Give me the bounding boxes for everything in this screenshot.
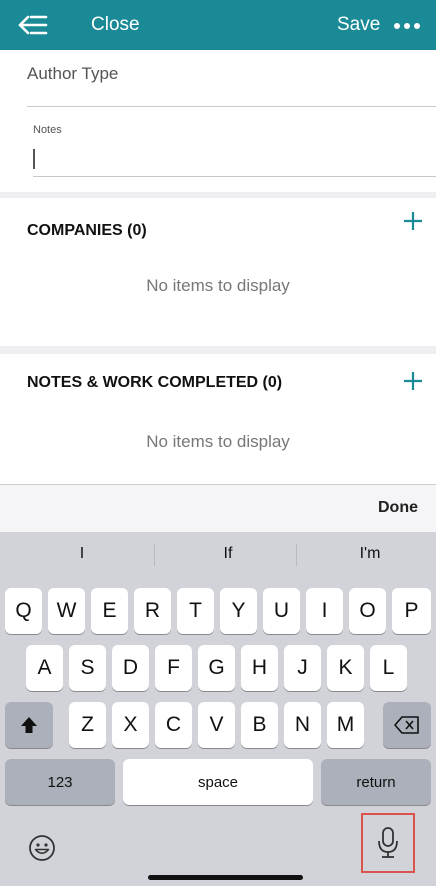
- keyboard: I If I'm Q W E R T Y U I O P A S D F G H…: [0, 532, 436, 886]
- key-n[interactable]: N: [284, 702, 321, 748]
- key-r[interactable]: R: [134, 588, 171, 634]
- key-v[interactable]: V: [198, 702, 235, 748]
- space-key[interactable]: space: [123, 759, 313, 805]
- notes-work-empty-text: No items to display: [146, 432, 290, 451]
- key-p[interactable]: P: [392, 588, 431, 634]
- notes-input-underline: [33, 176, 436, 177]
- key-i[interactable]: I: [306, 588, 343, 634]
- key-a[interactable]: A: [26, 645, 63, 691]
- suggestion-divider: [154, 544, 155, 566]
- key-u[interactable]: U: [263, 588, 300, 634]
- key-x[interactable]: X: [112, 702, 149, 748]
- back-menu-icon[interactable]: [18, 13, 48, 37]
- author-type-underline: [27, 106, 436, 107]
- key-o[interactable]: O: [349, 588, 386, 634]
- key-j[interactable]: J: [284, 645, 321, 691]
- key-y[interactable]: Y: [220, 588, 257, 634]
- author-type-field[interactable]: Author Type: [27, 64, 118, 84]
- emoji-icon[interactable]: [28, 834, 56, 862]
- key-l[interactable]: L: [370, 645, 407, 691]
- close-button[interactable]: Close: [91, 14, 140, 36]
- return-key[interactable]: return: [321, 759, 431, 805]
- shift-key[interactable]: [5, 702, 53, 748]
- suggestion-bar: I If I'm: [0, 532, 436, 576]
- key-b[interactable]: B: [241, 702, 278, 748]
- suggestion-item[interactable]: I: [22, 545, 142, 563]
- companies-empty-text: No items to display: [146, 276, 290, 295]
- companies-section: COMPANIES (0) No items to display: [0, 198, 436, 346]
- key-k[interactable]: K: [327, 645, 364, 691]
- notes-work-section: NOTES & WORK COMPLETED (0) No items to d…: [0, 354, 436, 484]
- section-divider: [0, 346, 436, 354]
- key-q[interactable]: Q: [5, 588, 42, 634]
- key-z[interactable]: Z: [69, 702, 106, 748]
- suggestion-divider: [296, 544, 297, 566]
- home-indicator: [148, 875, 303, 880]
- key-h[interactable]: H: [241, 645, 278, 691]
- notes-label: Notes: [33, 124, 62, 136]
- key-w[interactable]: W: [48, 588, 85, 634]
- save-button[interactable]: Save: [337, 14, 380, 36]
- add-company-plus-icon[interactable]: [402, 210, 424, 232]
- companies-title: COMPANIES (0): [27, 222, 147, 239]
- key-f[interactable]: F: [155, 645, 192, 691]
- notes-input-caret[interactable]: [33, 149, 35, 169]
- key-e[interactable]: E: [91, 588, 128, 634]
- notes-work-title: NOTES & WORK COMPLETED (0): [27, 374, 283, 391]
- suggestion-item[interactable]: If: [168, 545, 288, 563]
- microphone-icon[interactable]: [376, 826, 400, 860]
- backspace-icon: [394, 716, 419, 734]
- key-m[interactable]: M: [327, 702, 364, 748]
- done-button[interactable]: Done: [378, 499, 418, 517]
- key-g[interactable]: G: [198, 645, 235, 691]
- keyboard-accessory-bar: Done: [0, 484, 436, 532]
- suggestion-item[interactable]: I'm: [310, 545, 430, 563]
- key-t[interactable]: T: [177, 588, 214, 634]
- shift-arrow-icon: [21, 717, 37, 733]
- form-panel: Author Type Notes: [0, 50, 436, 192]
- key-s[interactable]: S: [69, 645, 106, 691]
- more-horizontal-icon[interactable]: [392, 22, 422, 30]
- numbers-key[interactable]: 123: [5, 759, 115, 805]
- add-note-plus-icon[interactable]: [402, 370, 424, 392]
- top-bar: Close Save: [0, 0, 436, 50]
- key-d[interactable]: D: [112, 645, 149, 691]
- key-c[interactable]: C: [155, 702, 192, 748]
- backspace-key[interactable]: [383, 702, 431, 748]
